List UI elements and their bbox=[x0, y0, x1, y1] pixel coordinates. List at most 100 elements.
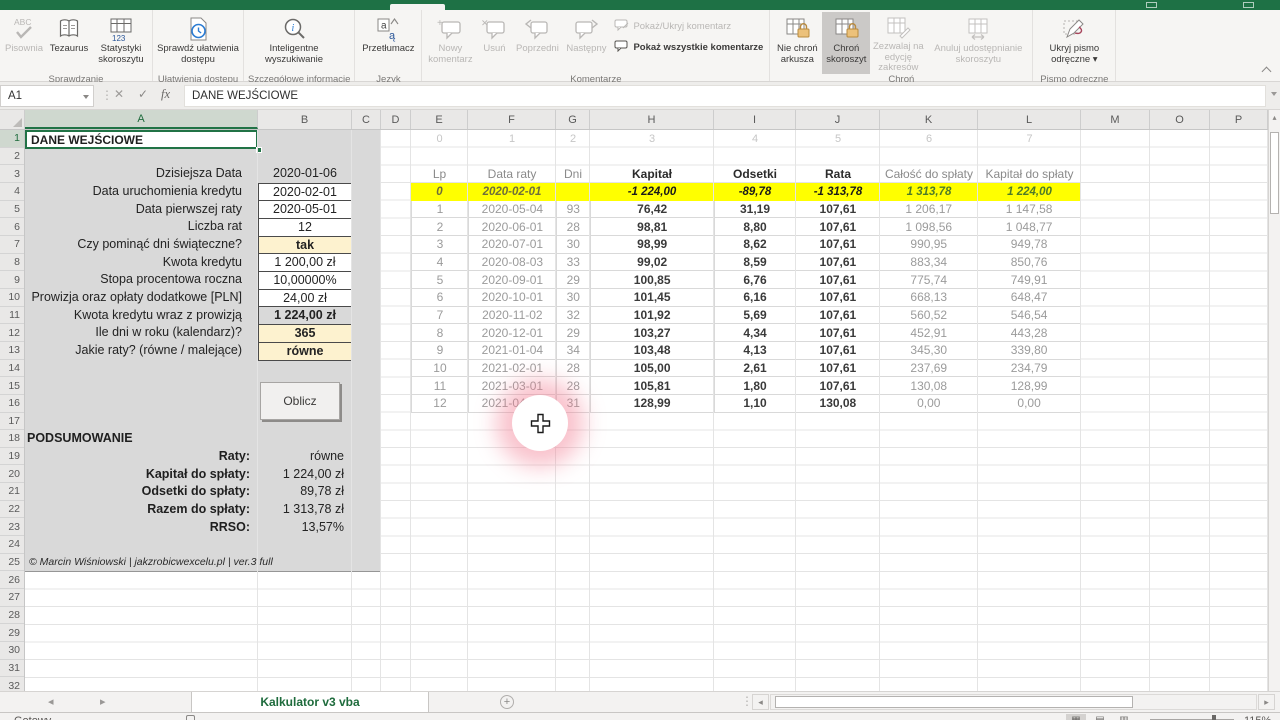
table-cell[interactable]: 10 bbox=[412, 360, 469, 377]
column-header-p[interactable]: P bbox=[1210, 110, 1268, 129]
table-cell[interactable]: 28 bbox=[557, 377, 591, 394]
smart-lookup-button[interactable]: i Inteligentne wyszukiwanie bbox=[246, 12, 342, 74]
table-cell[interactable]: 7 bbox=[978, 130, 1081, 148]
scroll-left-icon[interactable]: ◂ bbox=[752, 694, 769, 710]
row-header-14[interactable]: 14 bbox=[0, 360, 24, 378]
row-header-17[interactable]: 17 bbox=[0, 413, 24, 431]
new-sheet-icon[interactable]: + bbox=[500, 695, 514, 709]
page-break-view-icon[interactable]: ▥ bbox=[1114, 714, 1134, 720]
row-header-29[interactable]: 29 bbox=[0, 624, 24, 642]
row-header-20[interactable]: 20 bbox=[0, 465, 24, 483]
input-value[interactable]: 1 200,00 zł bbox=[258, 253, 352, 272]
table-cell[interactable]: 98,99 bbox=[591, 236, 715, 253]
table-cell[interactable]: Dni bbox=[556, 165, 590, 183]
table-cell[interactable]: Całość do spłaty bbox=[880, 165, 978, 183]
horizontal-scroll-thumb[interactable] bbox=[775, 696, 1133, 708]
table-cell[interactable]: 990,95 bbox=[880, 236, 978, 253]
table-cell[interactable]: 0,00 bbox=[978, 395, 1081, 412]
name-box[interactable]: A1 bbox=[0, 85, 94, 107]
thesaurus-button[interactable]: Tezaurus bbox=[46, 12, 92, 74]
table-cell[interactable]: 107,61 bbox=[796, 377, 880, 394]
table-cell[interactable]: 6 bbox=[412, 289, 469, 306]
row-header-12[interactable]: 12 bbox=[0, 324, 24, 342]
table-cell[interactable]: 30 bbox=[557, 236, 591, 253]
table-cell[interactable]: Data raty bbox=[468, 165, 556, 183]
select-all-button[interactable] bbox=[0, 110, 25, 129]
table-cell[interactable] bbox=[556, 183, 590, 201]
ribbon-options-icon[interactable] bbox=[1146, 2, 1157, 8]
table-cell[interactable]: 1 bbox=[468, 130, 556, 148]
selected-cell-a1[interactable]: DANE WEJŚCIOWE bbox=[25, 130, 258, 149]
row-header-24[interactable]: 24 bbox=[0, 536, 24, 554]
table-cell[interactable]: 107,61 bbox=[796, 324, 880, 341]
table-cell[interactable]: 345,30 bbox=[880, 342, 978, 359]
table-cell[interactable]: 6,76 bbox=[715, 271, 797, 288]
table-cell[interactable]: Kapitał bbox=[590, 165, 714, 183]
table-cell[interactable]: 31,19 bbox=[715, 201, 797, 218]
horizontal-scroll-track[interactable] bbox=[770, 694, 1257, 710]
expand-formula-bar-icon[interactable] bbox=[1271, 92, 1277, 96]
column-header-h[interactable]: H bbox=[590, 110, 714, 129]
table-cell[interactable]: 452,91 bbox=[880, 324, 978, 341]
protect-workbook-button[interactable]: Chroń skoroszyt bbox=[822, 12, 870, 74]
column-header-f[interactable]: F bbox=[468, 110, 556, 129]
table-cell[interactable]: 130,08 bbox=[880, 377, 978, 394]
table-cell[interactable]: 105,81 bbox=[591, 377, 715, 394]
row-header-23[interactable]: 23 bbox=[0, 518, 24, 536]
row-header-7[interactable]: 7 bbox=[0, 236, 24, 254]
table-cell[interactable]: 2 bbox=[556, 130, 590, 148]
table-cell[interactable]: 2021-01-04 bbox=[469, 342, 557, 359]
column-header-k[interactable]: K bbox=[880, 110, 978, 129]
row-header-25[interactable]: 25 bbox=[0, 554, 24, 572]
table-cell[interactable]: Kapitał do spłaty bbox=[978, 165, 1081, 183]
check-accessibility-button[interactable]: Sprawdź ułatwienia dostępu bbox=[155, 12, 241, 74]
table-cell[interactable]: 2020-02-01 bbox=[468, 183, 556, 201]
table-cell[interactable]: 668,13 bbox=[880, 289, 978, 306]
table-cell[interactable]: -1 313,78 bbox=[796, 183, 880, 201]
table-cell[interactable]: 2020-10-01 bbox=[469, 289, 557, 306]
column-header-i[interactable]: I bbox=[714, 110, 796, 129]
row-header-13[interactable]: 13 bbox=[0, 342, 24, 360]
table-cell[interactable]: 546,54 bbox=[978, 307, 1081, 324]
table-cell[interactable]: 9 bbox=[412, 342, 469, 359]
row-header-16[interactable]: 16 bbox=[0, 395, 24, 413]
scroll-right-icon[interactable]: ▸ bbox=[1258, 694, 1275, 710]
table-cell[interactable]: 29 bbox=[557, 271, 591, 288]
table-cell[interactable]: 949,78 bbox=[978, 236, 1081, 253]
row-header-3[interactable]: 3 bbox=[0, 165, 24, 183]
table-cell[interactable]: 850,76 bbox=[978, 254, 1081, 271]
macro-record-icon[interactable] bbox=[186, 715, 195, 720]
row-header-5[interactable]: 5 bbox=[0, 201, 24, 219]
table-cell[interactable]: 12 bbox=[412, 395, 469, 412]
table-cell[interactable]: 5,69 bbox=[715, 307, 797, 324]
column-header-a[interactable]: A bbox=[25, 110, 258, 129]
table-cell[interactable]: 1 224,00 bbox=[978, 183, 1081, 201]
table-cell[interactable]: 648,47 bbox=[978, 289, 1081, 306]
input-value[interactable]: 2020-02-01 bbox=[258, 183, 352, 202]
input-value[interactable]: 1 224,00 zł bbox=[258, 306, 352, 325]
formula-input[interactable]: DANE WEJŚCIOWE bbox=[184, 85, 1266, 107]
row-header-8[interactable]: 8 bbox=[0, 254, 24, 272]
column-header-l[interactable]: L bbox=[978, 110, 1081, 129]
table-cell[interactable]: 237,69 bbox=[880, 360, 978, 377]
table-cell[interactable]: 1,80 bbox=[715, 377, 797, 394]
table-cell[interactable]: 2021-02-01 bbox=[469, 360, 557, 377]
table-cell[interactable]: 101,45 bbox=[591, 289, 715, 306]
table-cell[interactable]: 107,61 bbox=[796, 360, 880, 377]
input-value[interactable]: tak bbox=[258, 236, 352, 255]
table-cell[interactable]: 2020-06-01 bbox=[469, 218, 557, 235]
row-header-27[interactable]: 27 bbox=[0, 589, 24, 607]
table-cell[interactable]: 4 bbox=[714, 130, 796, 148]
column-header-e[interactable]: E bbox=[411, 110, 468, 129]
table-cell[interactable]: 4 bbox=[412, 254, 469, 271]
input-value[interactable]: 2020-05-01 bbox=[258, 200, 352, 219]
row-header-31[interactable]: 31 bbox=[0, 660, 24, 678]
row-header-26[interactable]: 26 bbox=[0, 571, 24, 589]
row-header-15[interactable]: 15 bbox=[0, 377, 24, 395]
table-cell[interactable]: 101,92 bbox=[591, 307, 715, 324]
column-header-o[interactable]: O bbox=[1150, 110, 1210, 129]
row-header-18[interactable]: 18 bbox=[0, 430, 24, 448]
cancel-icon[interactable]: ✕ bbox=[114, 87, 124, 101]
input-value[interactable]: 365 bbox=[258, 324, 352, 343]
table-cell[interactable]: 34 bbox=[557, 342, 591, 359]
